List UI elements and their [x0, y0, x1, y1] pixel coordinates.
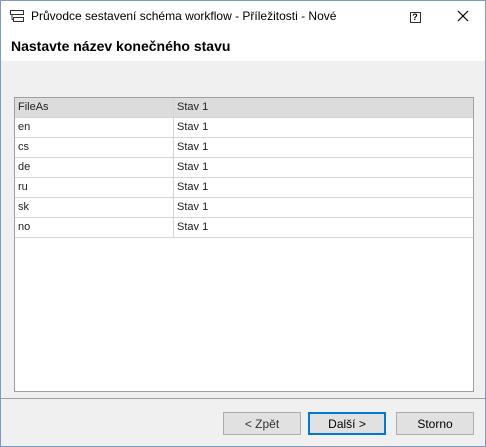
language-key-cell: cs — [15, 138, 174, 157]
language-key-cell: de — [15, 158, 174, 177]
table-row[interactable]: en Stav 1 — [15, 118, 473, 138]
state-name-grid[interactable]: FileAs Stav 1 en Stav 1 cs Stav 1 de Sta… — [14, 97, 474, 392]
cancel-button[interactable]: Storno — [396, 412, 474, 435]
table-row[interactable]: no Stav 1 — [15, 218, 473, 238]
workflow-wizard-icon — [10, 10, 24, 22]
table-row[interactable]: de Stav 1 — [15, 158, 473, 178]
title-bar[interactable]: Průvodce sestavení schéma workflow - Pří… — [1, 1, 485, 31]
language-key-cell: no — [15, 218, 174, 237]
table-row[interactable]: sk Stav 1 — [15, 198, 473, 218]
table-row[interactable]: ru Stav 1 — [15, 178, 473, 198]
footer-divider — [1, 398, 485, 399]
help-icon: ? — [409, 11, 421, 23]
close-icon[interactable] — [451, 5, 475, 27]
language-key-cell: FileAs — [15, 98, 174, 117]
state-name-cell[interactable]: Stav 1 — [174, 138, 473, 157]
wizard-window: Průvodce sestavení schéma workflow - Pří… — [0, 0, 486, 447]
back-button[interactable]: < Zpět — [223, 412, 301, 435]
state-name-cell[interactable]: Stav 1 — [174, 118, 473, 137]
window-title: Průvodce sestavení schéma workflow - Pří… — [31, 9, 337, 23]
wizard-header: Nastavte název konečného stavu — [1, 31, 485, 61]
language-key-cell: ru — [15, 178, 174, 197]
help-button[interactable]: ? — [404, 7, 426, 27]
table-row[interactable]: FileAs Stav 1 — [15, 98, 473, 118]
language-key-cell: sk — [15, 198, 174, 217]
state-name-cell[interactable]: Stav 1 — [174, 178, 473, 197]
table-row[interactable]: cs Stav 1 — [15, 138, 473, 158]
state-name-cell[interactable]: Stav 1 — [174, 98, 473, 117]
state-name-cell[interactable]: Stav 1 — [174, 218, 473, 237]
page-title: Nastavte název konečného stavu — [11, 38, 231, 54]
next-button[interactable]: Další > — [308, 412, 386, 435]
language-key-cell: en — [15, 118, 174, 137]
state-name-cell[interactable]: Stav 1 — [174, 158, 473, 177]
state-name-cell[interactable]: Stav 1 — [174, 198, 473, 217]
